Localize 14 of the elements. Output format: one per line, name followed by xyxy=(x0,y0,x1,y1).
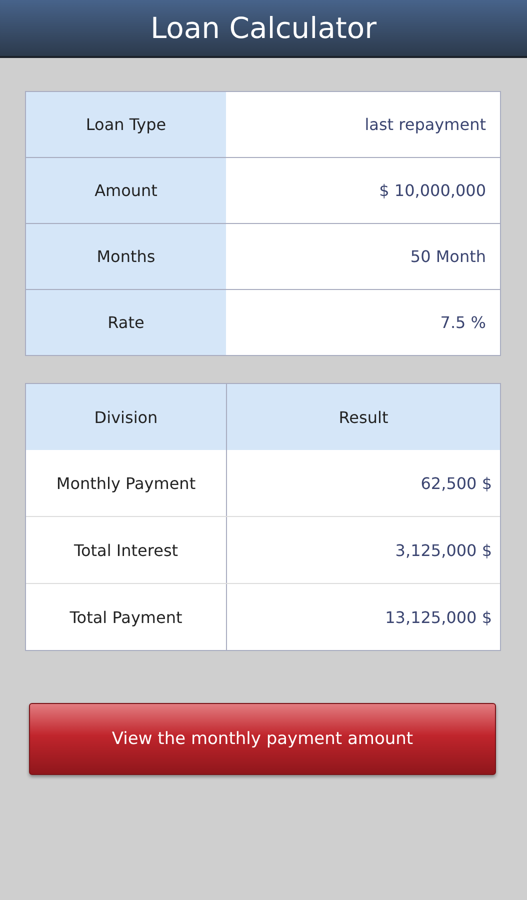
table-cell-text: 3,125,000 $ xyxy=(394,540,493,562)
table-cell: Total Interest xyxy=(26,517,227,583)
table-cell: Total Payment xyxy=(26,584,227,650)
field-label: Rate xyxy=(26,290,226,355)
field-label: Loan Type xyxy=(26,92,226,157)
column-header: Result xyxy=(338,406,390,428)
table-cell-text: 13,125,000 $ xyxy=(384,606,493,628)
table-cell-text: 62,500 $ xyxy=(420,472,493,494)
column-header: Division xyxy=(26,384,227,450)
field-label: Amount xyxy=(26,158,226,223)
window-title: Loan Calculator xyxy=(150,11,377,45)
field-label: Months xyxy=(26,224,226,289)
table-cell: Monthly Payment xyxy=(26,450,227,516)
view-payment-button[interactable]: View the monthly payment amount xyxy=(29,703,496,775)
